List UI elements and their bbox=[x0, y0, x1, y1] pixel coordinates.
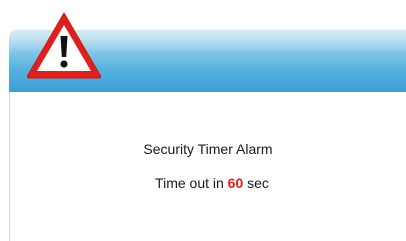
alarm-title: Security Timer Alarm bbox=[143, 141, 273, 157]
warning-triangle-icon bbox=[26, 12, 102, 79]
countdown-suffix: sec bbox=[247, 175, 269, 191]
countdown-prefix: Time out in bbox=[155, 175, 224, 191]
security-timer-dialog: Security Timer Alarm Time out in 60 sec bbox=[0, 0, 406, 241]
countdown-message: Time out in 60 sec bbox=[0, 175, 406, 191]
dialog-body bbox=[9, 92, 406, 241]
countdown-seconds: 60 bbox=[227, 175, 244, 191]
